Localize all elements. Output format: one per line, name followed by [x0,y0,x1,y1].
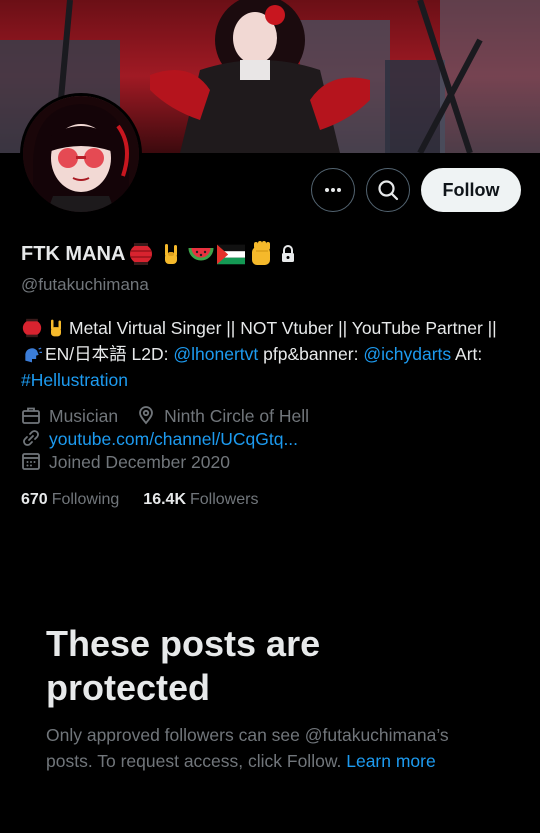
search-button[interactable] [366,168,410,212]
joined-date: Joined December 2020 [49,451,230,472]
link-icon [21,428,43,450]
website-row: youtube.com/channel/UCqGtq... [21,428,298,450]
rock-hand-emoji [45,317,67,339]
lantern-emoji [127,240,155,268]
location-icon [136,405,158,427]
raised-fist-emoji [247,240,275,268]
bio-text-2: EN/日本語 L2D: [45,344,174,364]
briefcase-icon [21,405,43,427]
protected-body: Only approved followers can see @futakuc… [46,722,496,774]
location: Ninth Circle of Hell [164,405,309,426]
bio-text-3: pfp&banner: [258,344,364,364]
rock-hand-emoji [157,240,185,268]
followers-link[interactable]: 16.4K Followers [143,491,258,509]
bio-text-1: Metal Virtual Singer || NOT Vtuber || Yo… [69,318,497,338]
follow-counts: 670 Following 16.4K Followers [21,491,258,509]
joined-row: Joined December 2020 [21,451,230,473]
followers-label: Followers [190,491,259,508]
follow-button[interactable]: Follow [421,168,521,212]
protected-title: These posts are protected [46,623,321,708]
more-icon [325,188,341,192]
learn-more-link[interactable]: Learn more [346,751,436,771]
profession: Musician [49,405,119,426]
following-link[interactable]: 670 Following [21,491,119,509]
website-link[interactable]: youtube.com/channel/UCqGtq... [49,429,298,450]
calendar-icon [21,451,43,473]
followers-count: 16.4K [143,491,186,508]
bio-text-4: Art: [451,344,483,364]
bio-line-1: Metal Virtual Singer || NOT Vtuber || Yo… [21,315,526,341]
mention-lhonertvt[interactable]: @lhonertvt [173,341,258,367]
handle: @futakuchimana [21,275,149,294]
following-label: Following [51,491,120,508]
palestine-flag-emoji [217,240,246,268]
speaking-head-emoji [21,343,43,365]
display-name-row: FTK MANA [21,240,299,268]
mention-ichydarts[interactable]: @ichydarts [363,341,451,367]
profile-meta-row: Musician Ninth Circle of Hell [21,405,309,427]
bio-line-2: EN/日本語 L2D: @lhonertvt pfp&banner: @ichy… [21,341,526,367]
display-name: FTK MANA [21,242,126,265]
bio: Metal Virtual Singer || NOT Vtuber || Yo… [21,315,526,393]
avatar-image [23,96,139,212]
watermelon-emoji [187,240,215,268]
search-icon [378,180,399,201]
lock-icon [277,240,299,268]
following-count: 670 [21,491,48,508]
hashtag-hellustration[interactable]: #Hellustration [21,367,128,393]
lantern-emoji [21,317,43,339]
more-button[interactable] [311,168,355,212]
profile-avatar[interactable] [20,93,142,215]
bio-line-3: #Hellustration [21,367,526,393]
